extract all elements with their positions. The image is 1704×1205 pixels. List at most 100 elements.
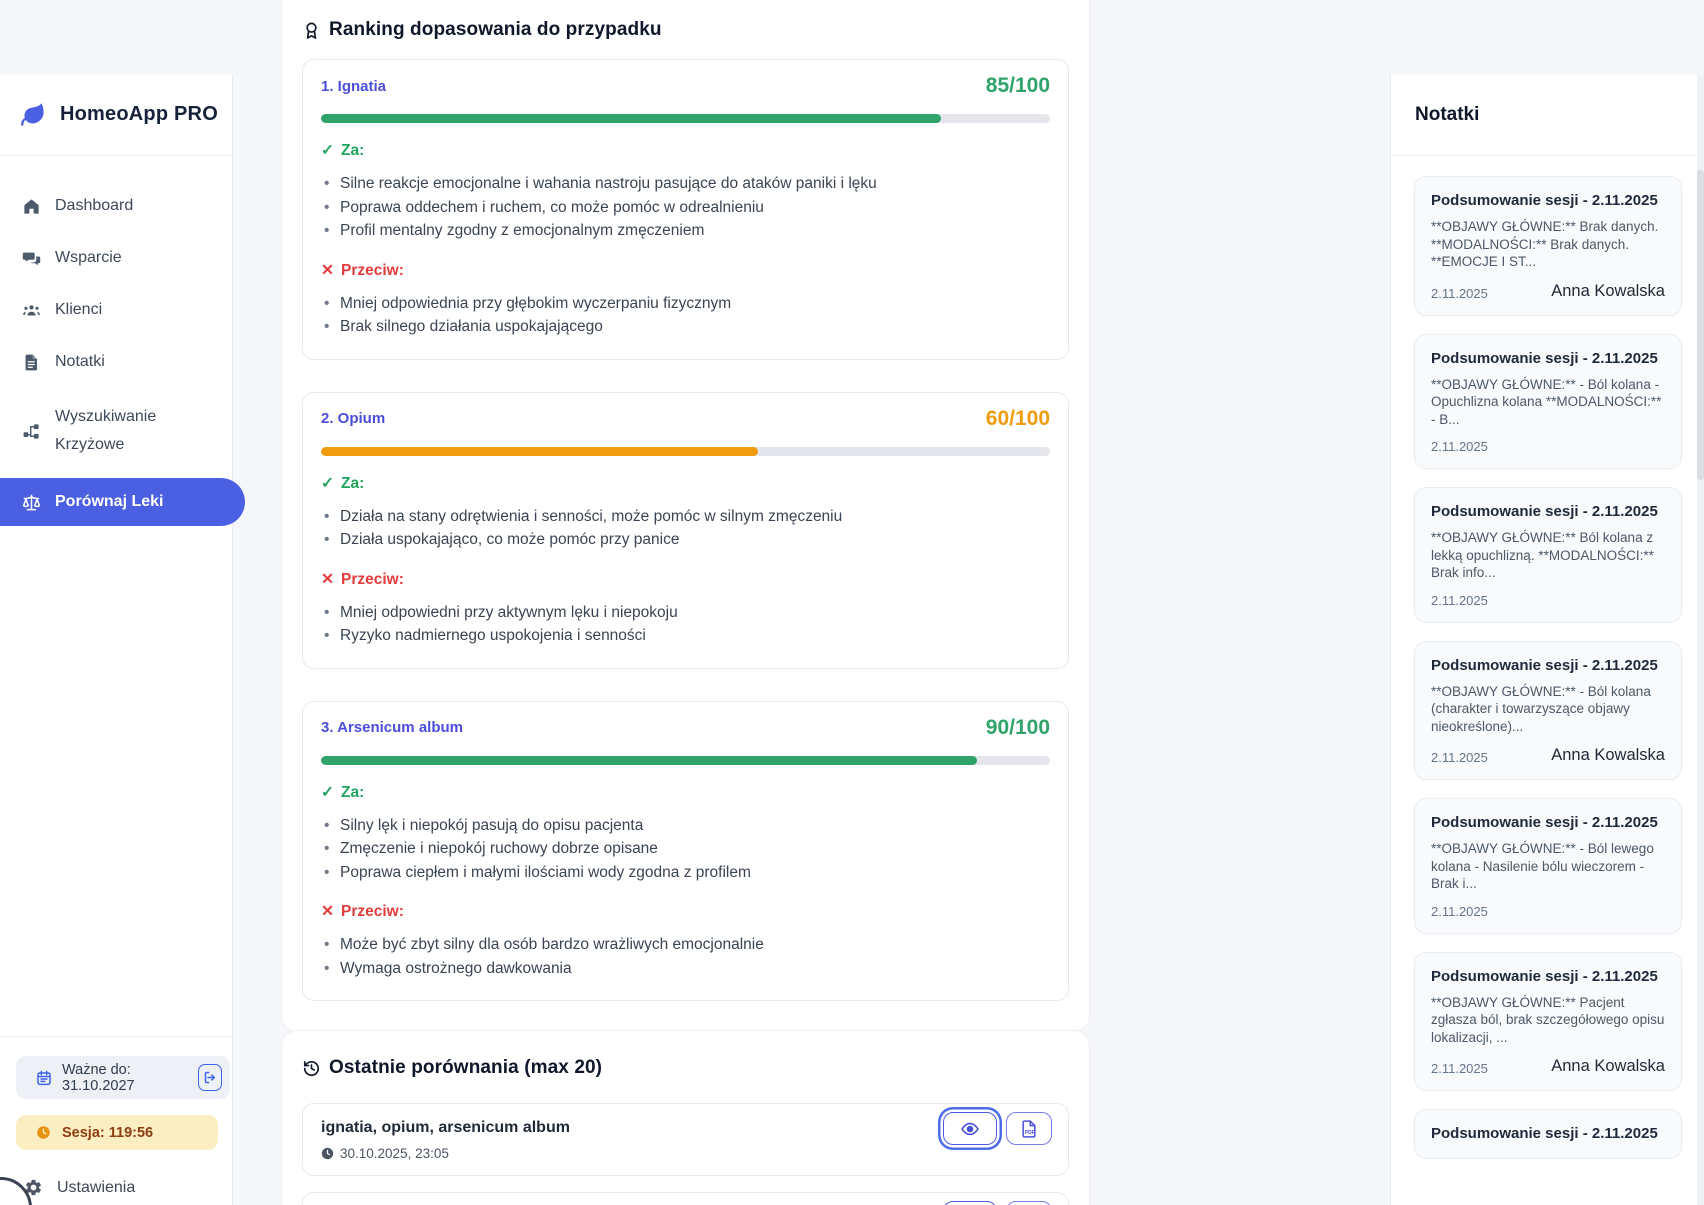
sidebar-footer-divider <box>0 1036 232 1037</box>
history-icon <box>302 1059 321 1078</box>
history-title: Ostatnie porównania (max 20) <box>329 1057 602 1079</box>
note-card[interactable]: Podsumowanie sesji - 2.11.2025 **OBJAWY … <box>1414 176 1682 316</box>
notes-scrollbar[interactable] <box>1697 75 1704 1205</box>
clock-icon <box>36 1125 51 1140</box>
logout-icon <box>203 1070 218 1085</box>
history-item[interactable]: ignatia, opium, arsenicum album 30.10.20… <box>302 1103 1069 1176</box>
note-preview: **OBJAWY GŁÓWNE:** - Ból lewego kolana -… <box>1431 840 1665 893</box>
sidebar-divider <box>0 155 232 156</box>
cons-list: Może być zbyt silny dla osób bardzo wraż… <box>321 933 1050 980</box>
remedy-name: 1. Ignatia <box>321 78 386 95</box>
cross-icon: ✕ <box>321 262 334 279</box>
notes-panel-title: Notatki <box>1391 75 1704 127</box>
calendar-icon <box>36 1070 52 1086</box>
note-card[interactable]: Podsumowanie sesji - 2.11.2025 **OBJAWY … <box>1414 487 1682 623</box>
check-icon: ✓ <box>321 475 334 492</box>
pros-heading: ✓Za: <box>321 140 1050 162</box>
cons-heading: ✕Przeciw: <box>321 901 1050 923</box>
score-bar-track <box>321 114 1050 123</box>
pros-list: Silne reakcje emocjonalne i wahania nast… <box>321 172 1050 243</box>
sidebar-item-notatki[interactable]: Notatki <box>0 340 232 384</box>
sidebar-item-wsparcie[interactable]: Wsparcie <box>0 236 232 280</box>
pros-list: Działa na stany odrętwienia i senności, … <box>321 505 1050 552</box>
sidebar-item-dashboard[interactable]: Dashboard <box>0 184 232 228</box>
history-item-actions <box>943 1201 1052 1205</box>
view-comparison-button[interactable] <box>943 1112 997 1145</box>
pros-item: Profil mentalny zgodny z emocjonalnym zm… <box>321 219 1050 243</box>
ranking-title: Ranking dopasowania do przypadku <box>329 19 662 41</box>
app-logo: HomeoApp PRO <box>0 75 232 128</box>
note-preview: **OBJAWY GŁÓWNE:** - Ból kolana - Opuchl… <box>1431 376 1665 429</box>
score-bar-track <box>321 447 1050 456</box>
pros-item: Działa uspokajająco, co może pomóc przy … <box>321 528 1050 552</box>
note-card[interactable]: Podsumowanie sesji - 2.11.2025 **OBJAWY … <box>1414 952 1682 1092</box>
history-section: Ostatnie porównania (max 20) ignatia, op… <box>281 1030 1090 1205</box>
pros-item: Działa na stany odrętwienia i senności, … <box>321 505 1050 529</box>
document-icon <box>22 353 41 372</box>
note-preview: **OBJAWY GŁÓWNE:** Ból kolana z lekką op… <box>1431 529 1665 582</box>
license-validity-label: Ważne do: 31.10.2027 <box>62 1062 188 1094</box>
note-card[interactable]: Podsumowanie sesji - 2.11.2025 **OBJAWY … <box>1414 798 1682 934</box>
check-icon: ✓ <box>321 142 334 159</box>
pros-item: Silne reakcje emocjonalne i wahania nast… <box>321 172 1050 196</box>
pros-heading: ✓Za: <box>321 473 1050 495</box>
note-title: Podsumowanie sesji - 2.11.2025 <box>1431 502 1665 522</box>
logout-button[interactable] <box>198 1064 222 1091</box>
cons-item: Mniej odpowiedni przy aktywnym lęku i ni… <box>321 601 1050 625</box>
file-pdf-icon: PDF <box>1019 1119 1039 1139</box>
remedy-name: 2. Opium <box>321 410 385 427</box>
sidebar-item-klienci[interactable]: Klienci <box>0 288 232 332</box>
note-date: 2.11.2025 <box>1431 439 1488 454</box>
history-item-time: 30.10.2025, 23:05 <box>321 1146 1050 1161</box>
check-icon: ✓ <box>321 784 334 801</box>
medal-icon <box>302 21 321 40</box>
notes-panel: Notatki Podsumowanie sesji - 2.11.2025 *… <box>1390 75 1704 1205</box>
cons-item: Wymaga ostrożnego dawkowania <box>321 957 1050 981</box>
settings-label: Ustawienia <box>57 1179 135 1197</box>
cross-icon: ✕ <box>321 903 334 920</box>
note-card[interactable]: Podsumowanie sesji - 2.11.2025 <box>1414 1109 1682 1159</box>
note-card[interactable]: Podsumowanie sesji - 2.11.2025 **OBJAWY … <box>1414 334 1682 470</box>
pros-item: Poprawa oddechem i ruchem, co może pomóc… <box>321 196 1050 220</box>
export-pdf-button[interactable] <box>1006 1201 1052 1205</box>
cons-heading: ✕Przeciw: <box>321 260 1050 282</box>
users-icon <box>22 301 41 320</box>
rank-card-arsenicum-album: 3. Arsenicum album 90/100 ✓Za: Silny lęk… <box>302 701 1069 1002</box>
history-header: Ostatnie porównania (max 20) <box>302 1057 1069 1079</box>
note-title: Podsumowanie sesji - 2.11.2025 <box>1431 813 1665 833</box>
sidebar-item-wyszukiwanie-krzyzowe[interactable]: Wyszukiwanie Krzyżowe <box>0 392 232 470</box>
leaf-logo-icon <box>20 101 47 128</box>
notes-scrollbar-thumb[interactable] <box>1697 170 1704 480</box>
eye-icon <box>960 1119 980 1139</box>
view-comparison-button[interactable] <box>943 1201 997 1205</box>
pros-heading: ✓Za: <box>321 782 1050 804</box>
note-title: Podsumowanie sesji - 2.11.2025 <box>1431 967 1665 987</box>
pros-item: Poprawa ciepłem i małymi ilościami wody … <box>321 861 1050 885</box>
score-bar-fill <box>321 447 758 456</box>
note-date: 2.11.2025 <box>1431 1061 1488 1076</box>
history-item[interactable] <box>302 1192 1069 1205</box>
note-card[interactable]: Podsumowanie sesji - 2.11.2025 **OBJAWY … <box>1414 641 1682 781</box>
note-date: 2.11.2025 <box>1431 286 1488 301</box>
svg-text:PDF: PDF <box>1025 1130 1035 1136</box>
cons-item: Może być zbyt silny dla osób bardzo wraż… <box>321 933 1050 957</box>
cons-list: Mniej odpowiednia przy głębokim wyczerpa… <box>321 292 1050 339</box>
note-title: Podsumowanie sesji - 2.11.2025 <box>1431 1124 1665 1144</box>
note-preview: **OBJAWY GŁÓWNE:** Brak danych. **MODALN… <box>1431 218 1665 271</box>
note-author: Anna Kowalska <box>1551 282 1665 301</box>
note-date: 2.11.2025 <box>1431 904 1488 919</box>
home-icon <box>22 197 41 216</box>
remedy-score: 85/100 <box>986 74 1050 98</box>
session-timer-box: Sesja: 119:56 <box>16 1115 218 1150</box>
cons-item: Brak silnego działania uspokajającego <box>321 315 1050 339</box>
sidebar-item-porownaj-leki[interactable]: Porównaj Leki <box>0 478 245 526</box>
cons-item: Mniej odpowiednia przy głębokim wyczerpa… <box>321 292 1050 316</box>
note-preview: **OBJAWY GŁÓWNE:** - Ból kolana (charakt… <box>1431 683 1665 736</box>
export-pdf-button[interactable]: PDF <box>1006 1112 1052 1145</box>
history-item-actions: PDF <box>943 1112 1052 1145</box>
note-date: 2.11.2025 <box>1431 593 1488 608</box>
rank-card-ignatia: 1. Ignatia 85/100 ✓Za: Silne reakcje emo… <box>302 59 1069 360</box>
rank-card-opium: 2. Opium 60/100 ✓Za: Działa na stany odr… <box>302 392 1069 669</box>
cons-list: Mniej odpowiedni przy aktywnym lęku i ni… <box>321 601 1050 648</box>
pros-item: Zmęczenie i niepokój ruchowy dobrze opis… <box>321 837 1050 861</box>
